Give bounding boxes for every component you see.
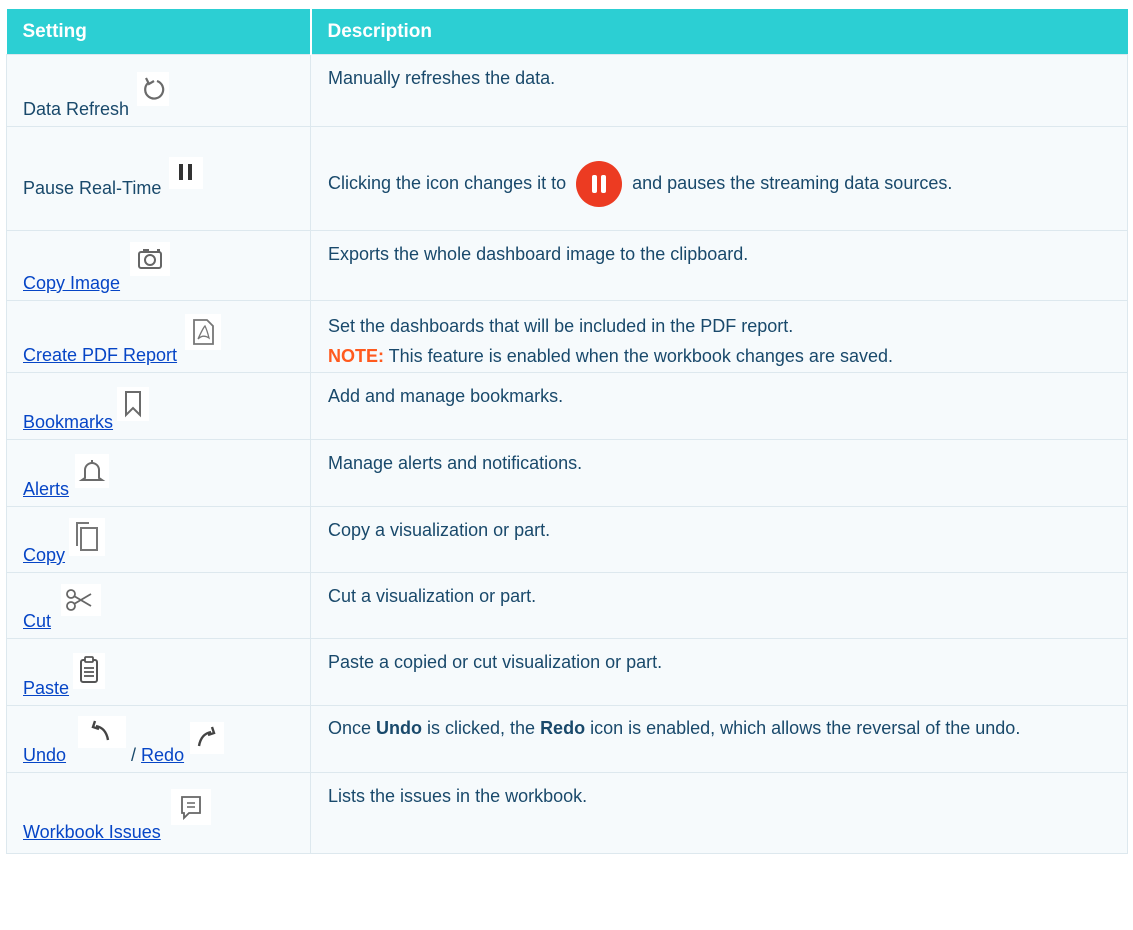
alerts-link[interactable]: Alerts xyxy=(23,479,69,500)
settings-table: Setting Description Data Refresh Manuall… xyxy=(6,9,1128,854)
description-text: Clicking the icon changes it to xyxy=(328,172,567,193)
description-text: Exports the whole dashboard image to the… xyxy=(328,244,749,264)
table-row: Copy Image Exports the whole dashboard i… xyxy=(6,230,1128,301)
description-cell: Exports the whole dashboard image to the… xyxy=(310,230,1128,301)
table-row: Workbook Issues Lists the issues in the … xyxy=(6,772,1128,854)
description-text: Paste a copied or cut visualization or p… xyxy=(328,652,663,672)
refresh-icon[interactable] xyxy=(137,72,170,106)
header-row: Setting Description xyxy=(6,9,1128,55)
description-cell: Clicking the icon changes it to and pause… xyxy=(310,126,1128,231)
description-text: Copy a visualization or part. xyxy=(328,520,551,540)
table-row: Data Refresh Manually refreshes the data… xyxy=(6,54,1128,127)
description-cell: Manually refreshes the data. xyxy=(310,54,1128,127)
description-cell: Cut a visualization or part. xyxy=(310,572,1128,639)
redo-bold: Redo xyxy=(540,718,586,738)
camera-icon[interactable] xyxy=(130,242,171,276)
description-cell: Add and manage bookmarks. xyxy=(310,372,1128,440)
description-text: Manually refreshes the data. xyxy=(328,68,556,88)
pause-icon[interactable] xyxy=(169,157,204,189)
description-text: Manage alerts and notifications. xyxy=(328,453,583,473)
table-row: Bookmarks Add and manage bookmarks. xyxy=(6,372,1128,440)
description-text: Lists the issues in the workbook. xyxy=(328,786,588,806)
setting-cell: Paste xyxy=(6,638,311,706)
undo-redo-separator: / xyxy=(126,745,142,765)
copy-image-link[interactable]: Copy Image xyxy=(23,273,120,294)
table-row: Pause Real-Time Clicking the icon change… xyxy=(6,126,1128,231)
description-cell: Set the dashboards that will be included… xyxy=(310,300,1128,373)
paste-link[interactable]: Paste xyxy=(23,678,69,699)
bookmarks-link[interactable]: Bookmarks xyxy=(23,412,113,433)
setting-name: Pause Real-Time xyxy=(23,178,162,198)
redo-link[interactable]: Redo xyxy=(141,745,184,766)
copy-link[interactable]: Copy xyxy=(23,545,65,566)
table-row: Alerts Manage alerts and notifications. xyxy=(6,439,1128,507)
setting-cell: Copy Image xyxy=(6,230,311,301)
clipboard-icon[interactable] xyxy=(73,653,106,689)
table-row: Copy Copy a visualization or part. xyxy=(6,506,1128,573)
cut-link[interactable]: Cut xyxy=(23,611,51,632)
pause-red-icon xyxy=(576,161,623,207)
setting-cell: Pause Real-Time xyxy=(6,126,311,231)
note-label: NOTE: xyxy=(328,346,384,366)
description-cell: Manage alerts and notifications. xyxy=(310,439,1128,507)
setting-cell: Copy xyxy=(6,506,311,573)
header-description: Description xyxy=(310,9,1128,55)
setting-cell: Data Refresh xyxy=(6,54,311,127)
comment-icon[interactable] xyxy=(170,789,211,825)
description-text: Add and manage bookmarks. xyxy=(328,386,564,406)
description-text: Cut a visualization or part. xyxy=(328,586,537,606)
description-text-after: and pauses the streaming data sources. xyxy=(632,172,953,193)
copy-icon[interactable] xyxy=(69,518,106,556)
bell-icon[interactable] xyxy=(75,454,110,488)
redo-icon[interactable] xyxy=(190,722,225,754)
setting-cell: Alerts xyxy=(6,439,311,507)
setting-cell: Undo / Redo xyxy=(6,705,311,773)
description-text: Once xyxy=(328,718,377,738)
table-row: Undo / Redo Once Undo is clicked, the Re… xyxy=(6,705,1128,773)
description-cell: Once Undo is clicked, the Redo icon is e… xyxy=(310,705,1128,773)
table-row: Create PDF Report Set the dashboards tha… xyxy=(6,300,1128,373)
bookmark-icon[interactable] xyxy=(117,387,150,421)
setting-name: Data Refresh xyxy=(23,99,130,119)
create-pdf-report-link[interactable]: Create PDF Report xyxy=(23,345,177,366)
header-setting: Setting xyxy=(6,9,312,55)
undo-icon[interactable] xyxy=(78,716,127,748)
setting-cell: Cut xyxy=(6,572,311,639)
note-text: This feature is enabled when the workboo… xyxy=(384,346,893,366)
scissors-icon[interactable] xyxy=(61,584,102,616)
workbook-issues-link[interactable]: Workbook Issues xyxy=(23,822,161,843)
description-text-2: is clicked, the xyxy=(422,718,541,738)
setting-cell: Bookmarks xyxy=(6,372,311,440)
description-cell: Copy a visualization or part. xyxy=(310,506,1128,573)
setting-cell: Workbook Issues xyxy=(6,772,311,854)
undo-link[interactable]: Undo xyxy=(23,745,66,766)
pdf-icon[interactable] xyxy=(185,314,222,350)
table-row: Paste Paste a copied or cut visualizatio… xyxy=(6,638,1128,706)
description-text-3: icon is enabled, which allows the revers… xyxy=(585,718,1021,738)
table-row: Cut Cut a visualization or part. xyxy=(6,572,1128,639)
note-line: NOTE: This feature is enabled when the w… xyxy=(328,341,1115,371)
description-text: Set the dashboards that will be included… xyxy=(328,316,794,336)
description-cell: Lists the issues in the workbook. xyxy=(310,772,1128,854)
undo-bold: Undo xyxy=(376,718,423,738)
setting-cell: Create PDF Report xyxy=(6,300,311,373)
description-cell: Paste a copied or cut visualization or p… xyxy=(310,638,1128,706)
